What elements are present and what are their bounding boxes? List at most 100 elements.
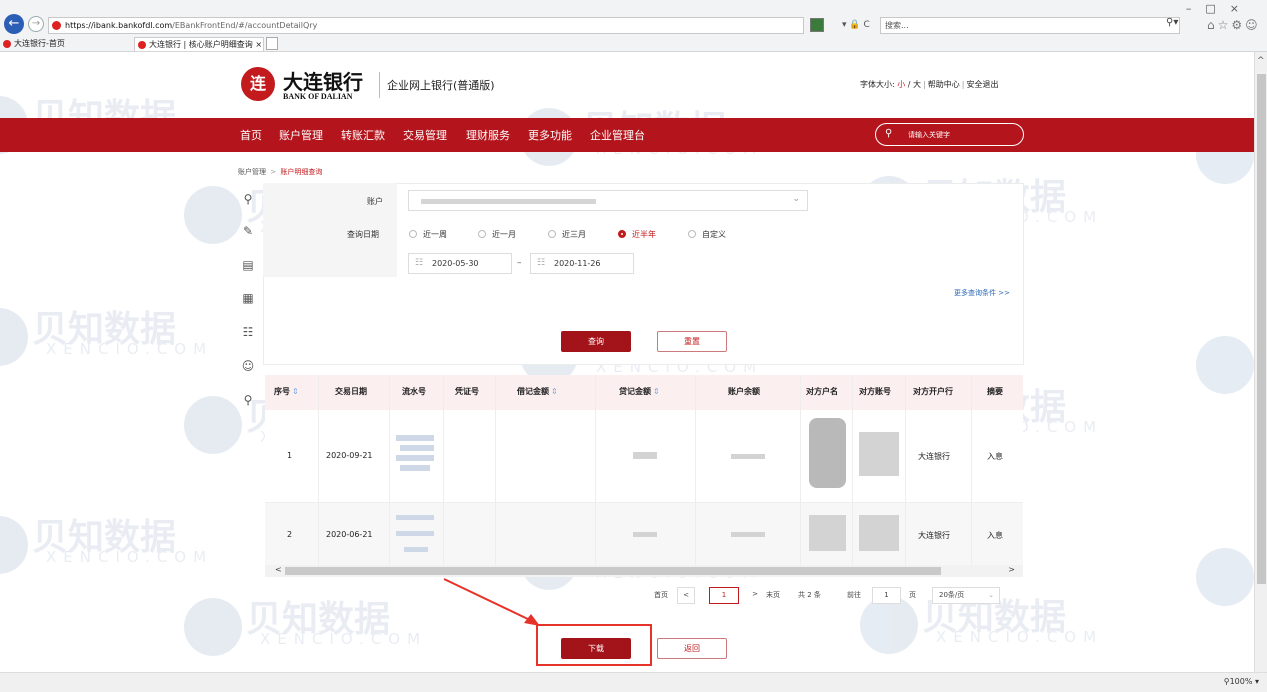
cell-bank: 大连银行	[918, 531, 950, 540]
range-label: 近三月	[562, 230, 586, 239]
col-counterparty-bank: 对方开户行	[913, 387, 953, 396]
table-row[interactable]: 2 2020-06-21 大连银行 入息	[265, 503, 1023, 566]
calendar-icon[interactable]: ☷	[240, 324, 256, 340]
first-page-link[interactable]: 首页	[654, 590, 668, 600]
keyword-search-input[interactable]: ⚲ 请输入关键字	[875, 123, 1024, 146]
range-radio-week[interactable]: 近一周	[409, 229, 447, 240]
nav-item-more[interactable]: 更多功能	[528, 127, 572, 143]
search-icon[interactable]: ⚲▾	[1166, 17, 1178, 28]
scrollbar-thumb[interactable]	[285, 567, 941, 575]
col-counterparty-name: 对方户名	[806, 387, 838, 396]
breadcrumb-current: 账户明细查询	[280, 168, 323, 176]
cell-date: 2020-06-21	[326, 530, 373, 539]
cell-balance-masked	[731, 532, 765, 537]
font-size-slash: /	[907, 80, 911, 89]
annotation-arrow	[443, 578, 540, 626]
scroll-right-icon[interactable]: >	[1008, 565, 1015, 574]
page-size-select[interactable]: 20条/页 ⌄	[932, 587, 1000, 604]
site-name: 企业网上银行(普通版)	[387, 79, 495, 92]
breadcrumb-separator: >	[270, 168, 277, 176]
zoom-value: 100%	[1229, 677, 1253, 686]
nav-item-account[interactable]: 账户管理	[279, 127, 323, 143]
page-size-value: 20条/页	[939, 591, 965, 599]
cell-summary: 入息	[987, 452, 1003, 461]
font-small-link[interactable]: 小	[897, 80, 905, 89]
query-button[interactable]: 查询	[561, 331, 631, 352]
new-tab-button[interactable]	[266, 37, 278, 50]
address-tools: ▾ 🔒 C	[808, 17, 878, 34]
bank-logo-icon[interactable]: 连	[241, 67, 275, 101]
transaction-table: 序号 ⇕ 交易日期 流水号 凭证号 借记金额 ⇕ 贷记金额 ⇕ 账户余额 对方户名 对…	[265, 375, 1023, 566]
account-label: 账户	[367, 197, 383, 206]
cell-credit-masked	[633, 532, 657, 537]
nav-item-transaction[interactable]: 交易管理	[403, 127, 447, 143]
sort-icon: ⇕	[292, 387, 299, 396]
browser-back-icon[interactable]: ←	[4, 14, 24, 34]
col-seq[interactable]: 序号 ⇕	[274, 386, 299, 397]
download-button[interactable]: 下载	[561, 638, 631, 659]
zoom-level[interactable]: ⚲100% ▾	[1224, 677, 1259, 686]
range-radio-halfyear[interactable]: 近半年	[618, 229, 656, 240]
nav-item-enterprise[interactable]: 企业管理台	[590, 127, 645, 143]
range-label: 近一周	[423, 230, 447, 239]
last-page-link[interactable]: 末页	[766, 590, 780, 600]
radio-icon	[548, 230, 556, 238]
col-credit[interactable]: 贷记金额 ⇕	[619, 386, 660, 397]
cell-credit-masked	[633, 452, 657, 459]
next-page-button[interactable]: >	[746, 587, 764, 604]
browser-forward-icon[interactable]: →	[28, 16, 44, 32]
nav-item-wealth[interactable]: 理财服务	[466, 127, 510, 143]
tab-home[interactable]: 大连银行-首页	[0, 37, 132, 51]
tab-account-detail[interactable]: 大连银行 | 核心账户明细查询 ×	[134, 37, 264, 51]
back-button[interactable]: 返回	[657, 638, 727, 659]
range-radio-custom[interactable]: 自定义	[688, 229, 726, 240]
address-bar[interactable]: https://ibank.bankofdl.com/EBankFrontEnd…	[48, 17, 804, 34]
table-horizontal-scrollbar[interactable]: < >	[265, 565, 1023, 577]
window-controls[interactable]: –□×	[1186, 2, 1253, 15]
site-favicon-icon	[52, 21, 61, 30]
cell-date: 2020-09-21	[326, 451, 373, 460]
current-page[interactable]: 1	[709, 587, 739, 604]
cell-serial-masked	[400, 465, 430, 471]
cell-serial-masked	[396, 531, 434, 536]
end-date-input[interactable]: ☷ 2020-11-26	[530, 253, 634, 274]
scroll-up-icon[interactable]: ^	[1257, 56, 1265, 66]
scrollbar-thumb[interactable]	[1257, 74, 1266, 584]
lock-refresh-icons[interactable]: ▾ 🔒 C	[842, 17, 870, 34]
col-debit[interactable]: 借记金额 ⇕	[517, 386, 558, 397]
table-row[interactable]: 1 2020-09-21 大连银行 入息	[265, 410, 1023, 503]
radio-icon	[688, 230, 696, 238]
start-date-input[interactable]: ☷ 2020-05-30	[408, 253, 512, 274]
account-query-icon[interactable]: ✎	[240, 223, 256, 239]
nav-item-home[interactable]: 首页	[240, 127, 262, 143]
search-icon: ⚲	[885, 128, 893, 139]
range-radio-quarter[interactable]: 近三月	[548, 229, 586, 240]
col-summary: 摘要	[987, 387, 1003, 396]
statement-icon[interactable]: ▤	[240, 257, 256, 273]
user-icon[interactable]: ☺	[240, 358, 256, 374]
font-size-label: 字体大小:	[860, 80, 895, 89]
logout-link[interactable]: 安全退出	[966, 80, 998, 89]
goto-page-input[interactable]: 1	[872, 587, 901, 604]
breadcrumb-parent[interactable]: 账户管理	[238, 168, 266, 176]
search-detail-icon[interactable]: ⚲	[240, 191, 256, 207]
page-vertical-scrollbar[interactable]: ^	[1254, 52, 1267, 672]
reset-button[interactable]: 重置	[657, 331, 727, 352]
report-icon[interactable]: ▦	[240, 290, 256, 306]
breadcrumb: 账户管理 > 账户明细查询	[238, 167, 322, 177]
cell-serial-masked	[400, 445, 434, 451]
table-header: 序号 ⇕ 交易日期 流水号 凭证号 借记金额 ⇕ 贷记金额 ⇕ 账户余额 对方户名 对…	[265, 375, 1023, 410]
account-select[interactable]: ⌄	[408, 190, 808, 211]
font-large-link[interactable]: 大	[913, 80, 921, 89]
scroll-left-icon[interactable]: <	[275, 565, 282, 574]
prev-page-button[interactable]: <	[677, 587, 695, 604]
query-icon[interactable]: ⚲	[240, 392, 256, 408]
range-label: 近半年	[632, 230, 656, 239]
nav-item-transfer[interactable]: 转账汇款	[341, 127, 385, 143]
browser-search-input[interactable]: 搜索...	[880, 17, 1180, 34]
more-conditions-link[interactable]: 更多查询条件 >>	[954, 288, 1010, 298]
help-link[interactable]: 帮助中心	[928, 80, 960, 89]
header-divider	[379, 72, 380, 98]
range-radio-month[interactable]: 近一月	[478, 229, 516, 240]
browser-toolbar-icons[interactable]: ⌂☆⚙☺	[1207, 18, 1261, 32]
